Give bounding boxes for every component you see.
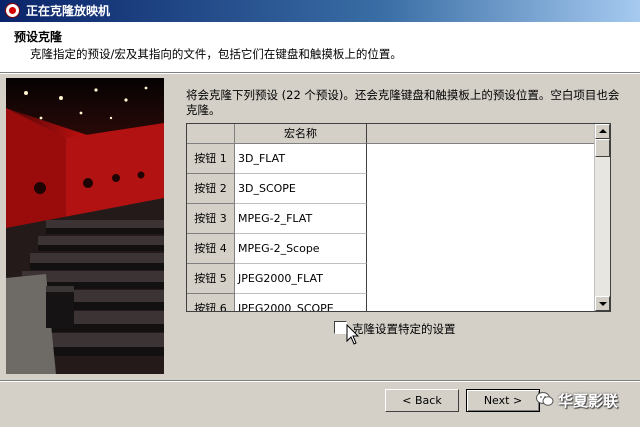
table-corner [187,124,235,144]
title-bar: 正在克隆放映机 [0,0,640,22]
theater-illustration [6,78,164,374]
theater-image [6,78,164,374]
vertical-scrollbar[interactable] [594,124,610,311]
row-header: 按钮 3 [187,204,235,234]
checkbox-label[interactable]: 克隆设置特定的设置 [352,321,456,337]
scrollbar-thumb[interactable] [595,139,610,157]
column-header-macro-name: 宏名称 [235,124,367,144]
page-title: 预设克隆 [14,30,63,44]
macro-name-cell[interactable]: MPEG-2_FLAT [235,204,367,234]
scroll-up-icon[interactable] [595,124,610,139]
mouse-cursor-icon [346,324,360,345]
window-title: 正在克隆放映机 [26,4,111,18]
macro-name-cell[interactable]: 3D_SCOPE [235,174,367,204]
next-button[interactable]: Next > [466,389,540,412]
table-row: 按钮 6 JPEG2000_SCOPE [187,294,596,311]
macro-name-cell[interactable]: MPEG-2_Scope [235,234,367,264]
wizard-header: 预设克隆 克隆指定的预设/宏及其指向的文件，包括它们在键盘和触摸板上的位置。 [0,22,640,73]
page-subtitle: 克隆指定的预设/宏及其指向的文件，包括它们在键盘和触摸板上的位置。 [30,47,402,61]
table-row: 按钮 3 MPEG-2_FLAT [187,204,596,234]
description-text: 将会克隆下列预设 (22 个预设)。还会克隆键盘和触摸板上的预设位置。空白项目也… [186,88,620,117]
column-header-empty [367,124,596,144]
footer-divider [0,380,640,382]
macro-name-cell[interactable]: JPEG2000_SCOPE [235,294,367,311]
divider [0,73,640,74]
wechat-icon [536,392,554,406]
macro-name-cell[interactable]: JPEG2000_FLAT [235,264,367,294]
back-button[interactable]: < Back [385,389,459,412]
table-row: 按钮 2 3D_SCOPE [187,174,596,204]
row-header: 按钮 2 [187,174,235,204]
macro-name-cell[interactable]: 3D_FLAT [235,144,367,174]
row-header: 按钮 4 [187,234,235,264]
table-row: 按钮 4 MPEG-2_Scope [187,234,596,264]
table-body: 按钮 1 3D_FLAT 按钮 2 3D_SCOPE 按钮 3 MPEG-2_F… [187,144,596,311]
table-row: 按钮 5 JPEG2000_FLAT [187,264,596,294]
preset-table[interactable]: 宏名称 按钮 1 3D_FLAT 按钮 2 3D_SCOPE 按钮 3 MPEG… [186,123,611,312]
app-logo-icon [5,3,20,18]
row-header: 按钮 6 [187,294,235,311]
watermark-text: 华夏影联 [558,392,619,410]
scroll-down-icon[interactable] [595,296,610,311]
row-header: 按钮 1 [187,144,235,174]
table-row: 按钮 1 3D_FLAT [187,144,596,174]
row-header: 按钮 5 [187,264,235,294]
